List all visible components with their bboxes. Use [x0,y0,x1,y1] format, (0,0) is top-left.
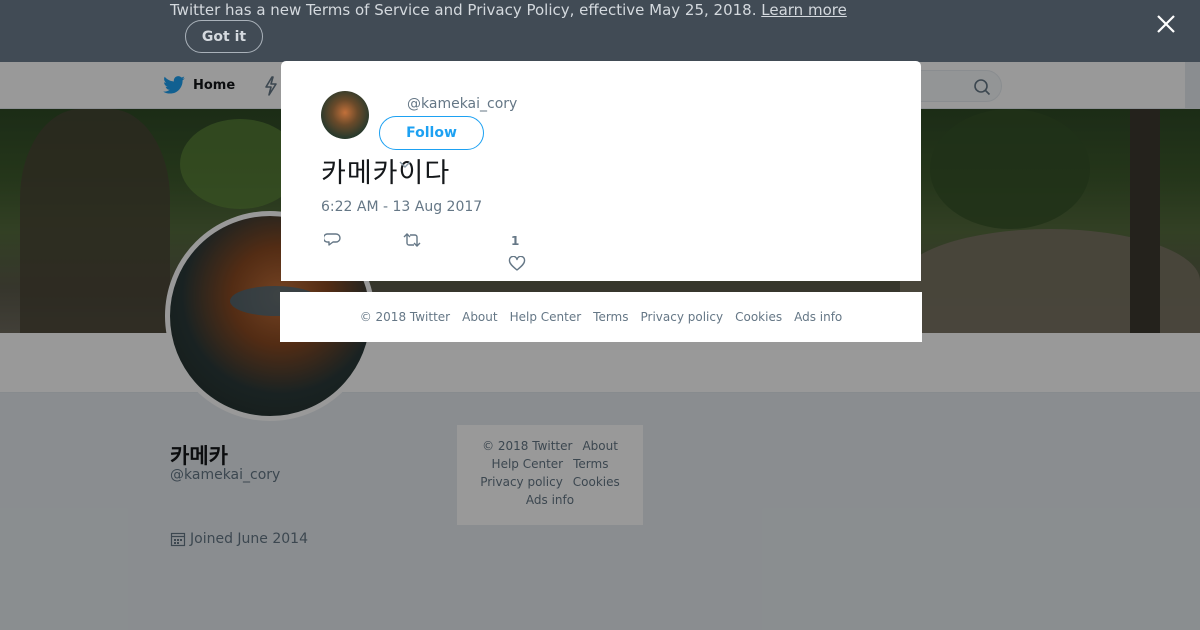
modal-footer-cookies[interactable]: Cookies [735,310,782,324]
tweet-text: 카메카이다 [321,158,451,189]
notice-message: Twitter has a new Terms of Service and P… [170,1,757,19]
modal-footer: © 2018 Twitter About Help Center Terms P… [280,292,922,342]
heart-icon[interactable] [508,255,526,276]
modal-footer-privacy[interactable]: Privacy policy [641,310,724,324]
modal-footer-copyright: © 2018 Twitter [359,310,451,324]
reply-icon[interactable] [322,232,342,252]
got-it-button[interactable]: Got it [185,20,263,53]
modal-footer-terms[interactable]: Terms [593,310,628,324]
modal-footer-about[interactable]: About [462,310,497,324]
tweet-author-avatar[interactable] [321,91,369,139]
like-count: 1 [511,234,520,248]
follow-button[interactable]: Follow [379,116,484,150]
modal-footer-ads[interactable]: Ads info [794,310,842,324]
chevron-down-icon[interactable] [399,154,411,173]
modal-footer-help[interactable]: Help Center [510,310,582,324]
retweet-icon[interactable] [402,232,422,252]
tweet-modal: @kamekai_cory Follow 카메카이다 6:22 AM - 13 … [281,61,921,281]
learn-more-link[interactable]: Learn more [761,1,847,19]
policy-notice: Twitter has a new Terms of Service and P… [0,0,1200,62]
close-icon[interactable] [1154,12,1178,36]
tweet-timestamp[interactable]: 6:22 AM - 13 Aug 2017 [321,199,482,215]
tweet-author-handle[interactable]: @kamekai_cory [407,96,517,112]
notice-text: Twitter has a new Terms of Service and P… [170,1,847,19]
